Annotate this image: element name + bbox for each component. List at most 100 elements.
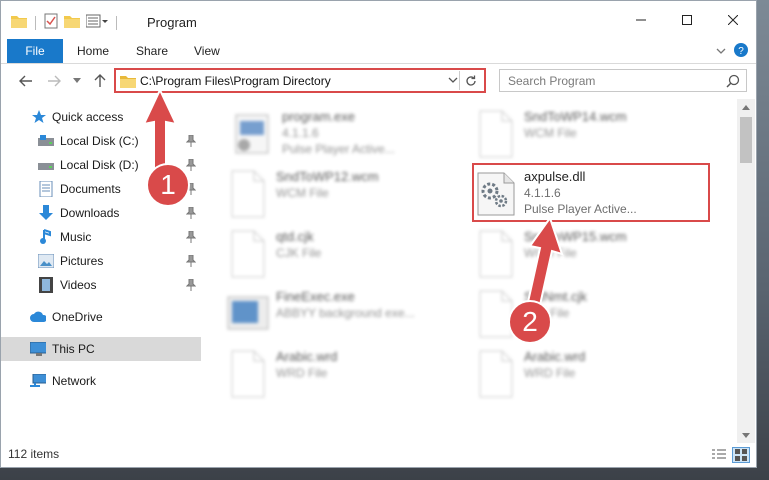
chevron-down-icon (73, 78, 81, 83)
search-box[interactable] (499, 69, 747, 92)
list-item[interactable]: SndToWP15.wcm WCM File (474, 227, 714, 283)
title-bar: Program (1, 1, 756, 39)
window-title: Program (147, 15, 197, 30)
file-type: WRD File (276, 366, 328, 380)
back-button[interactable] (16, 71, 36, 91)
file-type: CJK File (276, 246, 322, 260)
documents-icon (38, 181, 54, 197)
customize-toolbar-icon[interactable] (85, 14, 108, 31)
list-item[interactable]: program.exe 4.1.1.6 Pulse Player Active.… (232, 107, 472, 163)
file-name: Arabic.wrd (524, 349, 586, 364)
file-type: WCM File (524, 126, 577, 140)
expand-ribbon-icon[interactable] (716, 45, 726, 59)
cloud-icon (30, 309, 46, 325)
sidebar-item-pictures[interactable]: Pictures (1, 249, 201, 273)
sidebar-item-label: OneDrive (52, 310, 103, 324)
sidebar-item-label: Local Disk (D:) (60, 158, 139, 172)
generic-file-icon (479, 230, 513, 278)
tab-home[interactable]: Home (77, 39, 109, 63)
file-name: Arabic.wrd (276, 349, 338, 364)
refresh-icon (466, 75, 476, 86)
recent-locations-button[interactable] (67, 71, 87, 91)
up-button[interactable] (90, 71, 110, 91)
file-description: Pulse Player Active... (282, 142, 395, 156)
arrow-right-icon (48, 75, 61, 87)
sidebar-item-label: Music (60, 230, 92, 244)
window-controls (618, 1, 756, 39)
list-item[interactable]: FineExec.exe ABBYY background exe... (226, 287, 466, 343)
properties-icon[interactable] (44, 13, 58, 32)
arrow-up-icon (94, 74, 106, 87)
scroll-thumb[interactable] (740, 117, 752, 163)
download-icon (38, 205, 54, 221)
view-switcher (710, 447, 750, 463)
star-icon (31, 109, 47, 125)
navigation-bar: C:\Program Files\Program Directory (1, 65, 756, 97)
arrow-left-icon (19, 75, 32, 87)
list-item[interactable]: SndToWP14.wcm WCM File (474, 107, 714, 163)
tab-view[interactable]: View (194, 39, 220, 63)
refresh-button[interactable] (459, 71, 482, 90)
minimize-button[interactable] (618, 1, 664, 39)
file-list: program.exe 4.1.1.6 Pulse Player Active.… (204, 99, 737, 435)
file-type: ABBYY background exe... (276, 306, 415, 320)
toolbar-divider (116, 15, 117, 30)
generic-file-icon (231, 350, 265, 398)
item-count: 112 items (8, 447, 60, 461)
address-history-icon[interactable] (448, 74, 458, 88)
file-name: SndToWP14.wcm (524, 109, 627, 124)
status-bar: 112 items (1, 443, 756, 467)
generic-file-icon (231, 230, 265, 278)
search-icon[interactable] (726, 74, 740, 91)
file-name: qtd.cjk (276, 229, 314, 244)
folder-icon (11, 14, 27, 31)
sidebar-item-label: Downloads (60, 206, 120, 220)
search-input[interactable] (508, 73, 708, 88)
exe-file-icon (235, 114, 269, 154)
sidebar-item-videos[interactable]: Videos (1, 273, 201, 297)
new-folder-icon[interactable] (64, 14, 80, 31)
pin-icon[interactable] (185, 206, 197, 222)
list-item[interactable]: SndToWP12.wcm WCM File (226, 167, 466, 223)
pin-icon[interactable] (185, 254, 197, 270)
network-icon (30, 373, 46, 389)
generic-file-icon (479, 350, 513, 398)
pin-icon[interactable] (185, 278, 197, 294)
sidebar-item-music[interactable]: Music (1, 225, 201, 249)
vertical-scrollbar[interactable] (737, 99, 755, 443)
details-view-icon[interactable] (710, 447, 728, 463)
help-icon[interactable]: ? (734, 43, 748, 60)
tab-share[interactable]: Share (136, 39, 168, 63)
sidebar-item-label: Videos (60, 278, 97, 292)
pin-icon[interactable] (185, 158, 197, 174)
sidebar-item-label: Quick access (52, 110, 124, 124)
ribbon-controls: ? (716, 43, 748, 60)
list-item[interactable]: Arabic.wrd WRD File (226, 347, 466, 403)
folder-icon (120, 74, 136, 88)
maximize-icon (682, 15, 692, 25)
scroll-up-icon[interactable] (737, 99, 755, 115)
sidebar-item-network[interactable]: Network (1, 369, 201, 393)
highlight-box (472, 163, 710, 222)
scroll-down-icon[interactable] (737, 427, 755, 443)
sidebar-item-this-pc[interactable]: This PC (1, 337, 201, 361)
generic-file-icon (231, 170, 265, 218)
exe-file-icon (227, 296, 269, 330)
list-item[interactable]: Arabic.wrd WRD File (474, 347, 714, 403)
pin-icon[interactable] (185, 230, 197, 246)
step-badge-1: 1 (146, 163, 190, 207)
tab-file[interactable]: File (7, 39, 63, 63)
close-icon (728, 15, 738, 25)
videos-icon (38, 277, 54, 293)
quick-access-toolbar (11, 13, 119, 32)
sidebar-item-onedrive[interactable]: OneDrive (1, 305, 201, 329)
explorer-window: Program File Home Share View ? C:\Progra… (0, 0, 757, 468)
close-button[interactable] (710, 1, 756, 39)
sidebar-item-label: Documents (60, 182, 121, 196)
list-item[interactable]: qtd.cjk CJK File (226, 227, 466, 283)
sidebar-item-label: Pictures (60, 254, 104, 268)
forward-button[interactable] (44, 71, 64, 91)
maximize-button[interactable] (664, 1, 710, 39)
pin-icon[interactable] (185, 134, 197, 150)
tiles-view-icon[interactable] (732, 447, 750, 463)
